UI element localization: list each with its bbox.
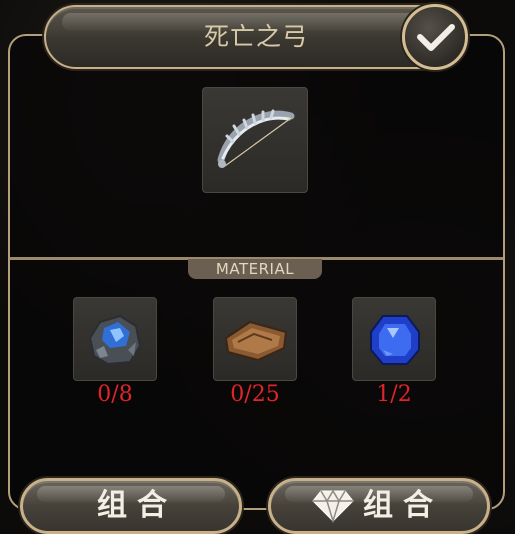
premium-combine-button[interactable]: 组合 [268,478,490,534]
material-count-3: 1/2 [376,382,412,407]
sapphire-gem-icon [370,315,420,365]
material-slot-2[interactable] [213,297,297,381]
material-slot-3[interactable] [352,297,436,381]
crafting-screen: 死亡之弓 MATERIAL 0/8 0/25 1/2 组合 组合 [0,0,515,534]
checkmark-icon [417,24,455,51]
premium-combine-button-label: 组合 [363,488,443,523]
combine-button-label: 组合 [97,488,177,523]
diamond-icon [312,489,354,523]
blue-ore-icon [88,314,142,366]
title-bar: 死亡之弓 [44,5,464,69]
combine-button[interactable]: 组合 [20,478,242,534]
material-slot-1[interactable] [73,297,157,381]
result-item-slot[interactable] [202,87,308,193]
confirm-button[interactable] [402,4,468,70]
material-count-1: 0/8 [97,382,133,407]
material-section-label: MATERIAL [188,259,322,279]
bow-icon [217,109,295,168]
material-count-2: 0/25 [230,382,280,407]
leather-scroll-icon [224,320,288,362]
